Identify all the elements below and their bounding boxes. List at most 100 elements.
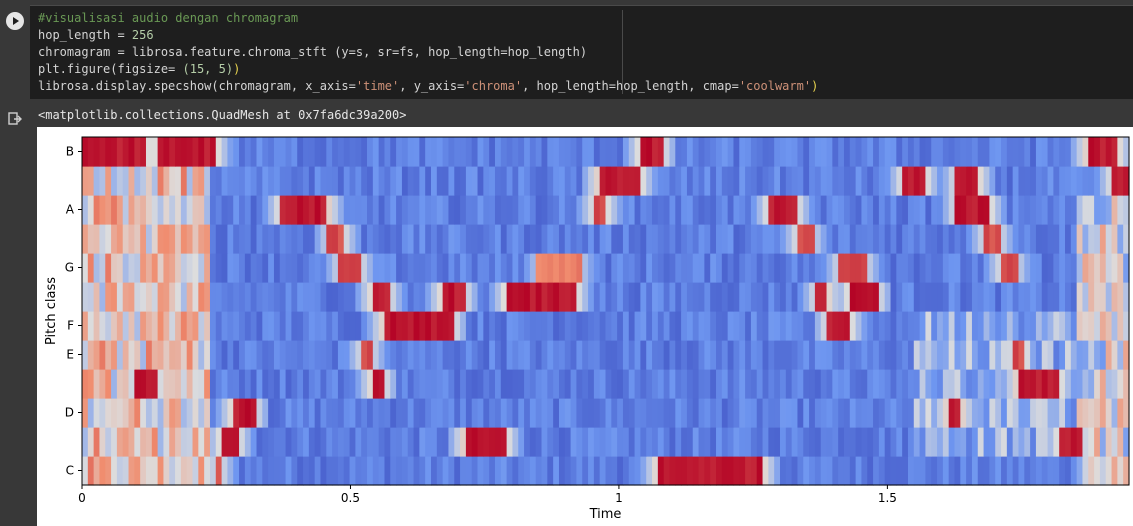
heatmap-cell xyxy=(111,137,118,167)
heatmap-cell xyxy=(861,166,868,196)
heatmap-cell xyxy=(99,340,106,370)
output-arrow-icon[interactable] xyxy=(8,112,22,126)
heatmap-cell xyxy=(186,224,194,254)
heatmap-cell xyxy=(1035,340,1043,370)
heatmap-cell xyxy=(582,166,589,196)
y-axis-label: Pitch class xyxy=(44,277,59,345)
heatmap-cell xyxy=(180,311,188,341)
heatmap-cell xyxy=(122,311,130,341)
heatmap-cell xyxy=(157,340,165,370)
heatmap-cell xyxy=(849,224,857,254)
code-line-1: #visualisasi audio dengan chromagram xyxy=(38,10,298,27)
run-cell-button[interactable] xyxy=(6,12,24,30)
heatmap-cell xyxy=(838,369,845,399)
heatmap-cell xyxy=(884,427,892,457)
heatmap-cell xyxy=(372,282,380,312)
heatmap-cell xyxy=(285,369,292,399)
heatmap-cell xyxy=(361,282,368,312)
heatmap-cell xyxy=(1030,137,1037,167)
heatmap-cell xyxy=(925,224,932,254)
heatmap-cell xyxy=(128,456,135,486)
heatmap-cell xyxy=(628,369,636,399)
heatmap-cell xyxy=(198,253,205,283)
heatmap-cell xyxy=(390,398,397,428)
heatmap-cell xyxy=(733,456,740,486)
heatmap-cell xyxy=(518,340,525,370)
heatmap-cell xyxy=(1094,369,1101,399)
heatmap-cell xyxy=(128,340,135,370)
heatmap-cell xyxy=(640,195,647,225)
heatmap-cell xyxy=(937,282,944,312)
x-tick-label: 1 xyxy=(615,491,623,505)
heatmap-cell xyxy=(332,427,339,457)
heatmap-cell xyxy=(727,253,735,283)
heatmap-cell xyxy=(826,398,833,428)
heatmap-cell xyxy=(367,224,374,254)
heatmap-cell xyxy=(814,456,822,486)
heatmap-cell xyxy=(605,398,612,428)
heatmap-cell xyxy=(983,398,990,428)
heatmap-cell xyxy=(1070,427,1078,457)
heatmap-cell xyxy=(558,195,566,225)
heatmap-cell xyxy=(87,195,95,225)
heatmap-cell xyxy=(111,340,118,370)
heatmap-cell xyxy=(843,282,851,312)
heatmap-cell xyxy=(186,369,194,399)
heatmap-cell xyxy=(1088,427,1095,457)
code-editor[interactable]: #visualisasi audio dengan chromagram hop… xyxy=(30,5,1133,99)
heatmap-cell xyxy=(442,137,450,167)
heatmap-cell xyxy=(966,311,973,341)
heatmap-cell xyxy=(82,253,89,283)
heatmap-cell xyxy=(878,137,886,167)
heatmap-cell xyxy=(704,456,711,486)
heatmap-cell xyxy=(134,253,141,283)
heatmap-cell xyxy=(896,282,903,312)
heatmap-cell xyxy=(512,456,519,486)
heatmap-cell xyxy=(1001,166,1008,196)
heatmap-cell xyxy=(576,427,583,457)
heatmap-cell xyxy=(320,311,327,341)
heatmap-cell xyxy=(576,398,583,428)
heatmap-cell xyxy=(913,253,921,283)
heatmap-cell xyxy=(99,224,106,254)
heatmap-cell xyxy=(227,224,234,254)
heatmap-cell xyxy=(483,195,490,225)
heatmap-cell xyxy=(582,137,589,167)
heatmap-cell xyxy=(401,166,409,196)
heatmap-cell xyxy=(93,369,101,399)
heatmap-cell xyxy=(1070,137,1078,167)
heatmap-cell xyxy=(605,137,612,167)
heatmap-cell xyxy=(843,340,851,370)
heatmap-cell xyxy=(547,340,554,370)
heatmap-cell xyxy=(925,195,932,225)
heatmap-cell xyxy=(1099,166,1107,196)
heatmap-cell xyxy=(273,166,281,196)
heatmap-cell xyxy=(995,137,1002,167)
heatmap-cell xyxy=(716,398,723,428)
heatmap-cell xyxy=(657,166,665,196)
heatmap-cell xyxy=(622,311,630,341)
heatmap-cell xyxy=(925,369,932,399)
heatmap-cell xyxy=(657,427,665,457)
heatmap-cell xyxy=(1088,398,1095,428)
heatmap-cell xyxy=(477,137,484,167)
heatmap-cell xyxy=(954,456,961,486)
heatmap-cell xyxy=(954,369,961,399)
heatmap-cell xyxy=(1082,195,1089,225)
heatmap-cell xyxy=(471,340,479,370)
heatmap-cell xyxy=(873,282,880,312)
heatmap-cell xyxy=(535,398,543,428)
heatmap-cell xyxy=(396,195,403,225)
heatmap-cell xyxy=(797,311,804,341)
heatmap-cell xyxy=(750,398,758,428)
heatmap-cell xyxy=(448,427,455,457)
heatmap-cell xyxy=(244,456,252,486)
code-paren: ) xyxy=(811,79,819,93)
heatmap-cell xyxy=(977,456,985,486)
heatmap-cell xyxy=(1012,137,1020,167)
heatmap-cell xyxy=(948,369,956,399)
heatmap-cell xyxy=(1035,253,1043,283)
heatmap-cell xyxy=(814,369,822,399)
heatmap-cell xyxy=(262,456,269,486)
heatmap-cell xyxy=(1018,369,1025,399)
